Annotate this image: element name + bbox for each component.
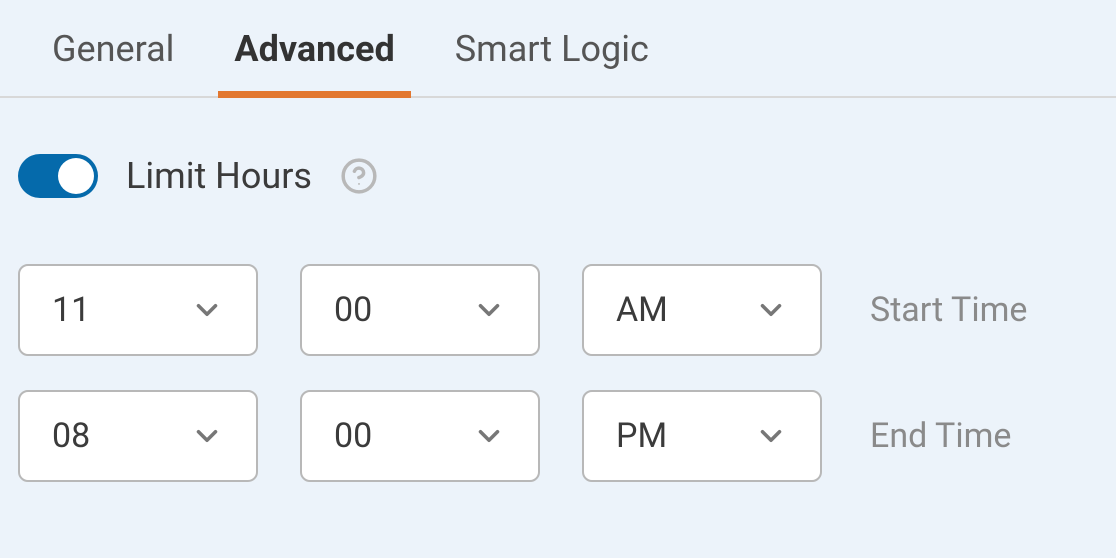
start-time-label: Start Time	[870, 290, 1027, 330]
tab-general[interactable]: General	[52, 28, 174, 96]
end-minute-select[interactable]: 00	[300, 390, 540, 482]
tab-smart-logic[interactable]: Smart Logic	[455, 28, 649, 96]
tabs: General Advanced Smart Logic	[0, 0, 1116, 98]
start-time-row: 11 00 AM Start Time	[18, 264, 1098, 356]
help-icon[interactable]	[340, 157, 378, 195]
chevron-down-icon	[190, 419, 224, 453]
chevron-down-icon	[472, 293, 506, 327]
end-minute-value: 00	[334, 416, 372, 456]
tab-advanced[interactable]: Advanced	[234, 28, 394, 96]
content: Limit Hours 11 00 AM	[0, 98, 1116, 482]
end-period-select[interactable]: PM	[582, 390, 822, 482]
limit-hours-row: Limit Hours	[18, 154, 1098, 198]
chevron-down-icon	[754, 419, 788, 453]
chevron-down-icon	[754, 293, 788, 327]
end-hour-value: 08	[52, 416, 90, 456]
start-hour-select[interactable]: 11	[18, 264, 258, 356]
end-time-label: End Time	[870, 416, 1011, 456]
end-hour-select[interactable]: 08	[18, 390, 258, 482]
limit-hours-toggle[interactable]	[18, 154, 98, 198]
end-time-row: 08 00 PM End Time	[18, 390, 1098, 482]
end-period-value: PM	[616, 416, 667, 456]
start-minute-select[interactable]: 00	[300, 264, 540, 356]
start-period-value: AM	[616, 290, 668, 330]
limit-hours-label: Limit Hours	[126, 155, 312, 197]
toggle-knob	[58, 158, 94, 194]
chevron-down-icon	[190, 293, 224, 327]
chevron-down-icon	[472, 419, 506, 453]
start-minute-value: 00	[334, 290, 372, 330]
start-period-select[interactable]: AM	[582, 264, 822, 356]
start-hour-value: 11	[52, 290, 90, 330]
